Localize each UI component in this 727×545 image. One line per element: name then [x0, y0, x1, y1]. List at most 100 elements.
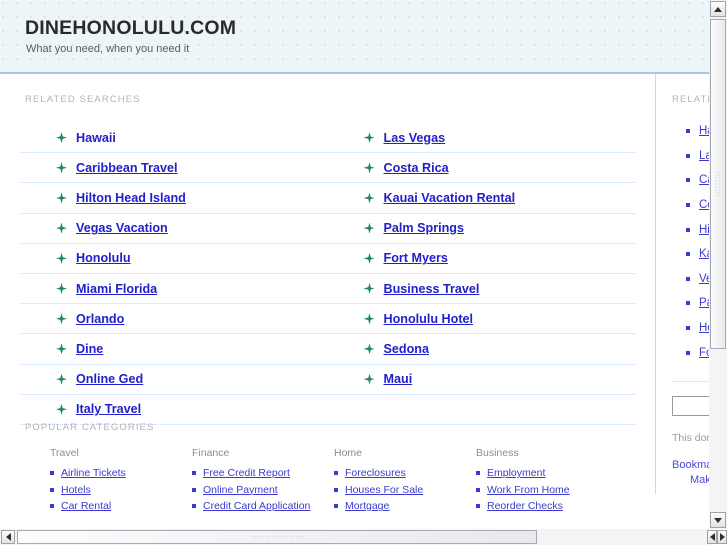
- related-search-link[interactable]: Caribbean Travel: [76, 161, 178, 175]
- related-search-link[interactable]: Vegas Vacation: [76, 221, 168, 235]
- related-search-link[interactable]: Orlando: [76, 312, 124, 326]
- sparkle-icon: [56, 223, 67, 234]
- category-link[interactable]: Airline Tickets: [61, 467, 126, 479]
- square-bullet-icon: [686, 252, 690, 257]
- related-search-link[interactable]: Honolulu Hotel: [384, 312, 474, 326]
- category-link[interactable]: Mortgage: [345, 500, 389, 512]
- square-bullet-icon: [686, 153, 690, 158]
- related-search-row: Orlando Honolulu Hotel: [20, 304, 635, 335]
- sidebar-related-link[interactable]: Honolulu: [699, 322, 709, 334]
- sparkle-icon: [56, 192, 67, 203]
- category-link[interactable]: Hotels: [61, 484, 91, 496]
- category-link[interactable]: Foreclosures: [345, 467, 406, 479]
- search-input[interactable]: [672, 395, 709, 416]
- related-search-link[interactable]: Online Ged: [76, 372, 143, 386]
- main-content: RELATED SEARCHES Hawaii Las Vegas Caribbea…: [0, 74, 655, 512]
- sidebar-list-item: Las Vegas: [686, 144, 709, 169]
- sidebar-related-link[interactable]: Vegas Vacation: [699, 273, 709, 285]
- category-list-item: Car Rental: [50, 498, 192, 515]
- category-list-item: Employment: [476, 465, 618, 482]
- related-search-link[interactable]: Las Vegas: [384, 131, 446, 145]
- related-search-cell-left: Online Ged: [20, 372, 328, 386]
- grip-dots-icon: [715, 171, 722, 198]
- sidebar-actions: Bookmark this pageMake this my homepage: [672, 458, 709, 488]
- horizontal-scrollbar[interactable]: [0, 529, 709, 545]
- related-search-cell-left: Honolulu: [20, 251, 328, 265]
- sidebar-list-item: Costa Rica: [686, 193, 709, 218]
- vertical-scroll-thumb[interactable]: [710, 19, 726, 349]
- horizontal-scroll-thumb[interactable]: [17, 530, 537, 544]
- category-link[interactable]: Online Payment: [203, 484, 278, 496]
- related-search-link[interactable]: Honolulu: [76, 251, 131, 265]
- related-search-link[interactable]: Costa Rica: [384, 161, 449, 175]
- related-search-row: Hilton Head Island Kauai Vacation Rental: [20, 183, 635, 214]
- scroll-up-arrow-icon[interactable]: [710, 1, 726, 17]
- related-search-row: Hawaii Las Vegas: [20, 123, 635, 154]
- square-bullet-icon: [476, 471, 480, 476]
- arrow-left-icon: [709, 533, 715, 541]
- sidebar-related-link[interactable]: Palm Springs: [699, 297, 709, 309]
- scroll-down-arrow-icon[interactable]: [710, 512, 726, 528]
- outer-scroll-right-arrow-icon[interactable]: [717, 530, 727, 544]
- category-link[interactable]: Employment: [487, 467, 545, 479]
- square-bullet-icon: [334, 504, 338, 509]
- related-search-link[interactable]: Business Travel: [384, 282, 480, 296]
- category-link[interactable]: Credit Card Application: [203, 500, 310, 512]
- sidebar-related-link[interactable]: Kauai Vacation Rental: [699, 248, 709, 260]
- square-bullet-icon: [50, 471, 54, 476]
- category-link[interactable]: Car Rental: [61, 500, 111, 512]
- category-link[interactable]: Work From Home: [487, 484, 570, 496]
- category-list-item: Airline Tickets: [50, 465, 192, 482]
- related-search-row: Dine Sedona: [20, 334, 635, 365]
- sidebar-related-link[interactable]: Fort Myers: [699, 347, 709, 359]
- sparkle-icon: [56, 162, 67, 173]
- scroll-left-arrow-icon[interactable]: [1, 530, 15, 544]
- square-bullet-icon: [50, 487, 54, 492]
- category-link[interactable]: Reorder Checks: [487, 500, 563, 512]
- make-homepage-link[interactable]: Make this my homepage: [690, 473, 709, 488]
- sparkle-icon: [56, 404, 67, 415]
- sidebar-related-link[interactable]: Hilton Head Island: [699, 224, 709, 236]
- sparkle-icon: [364, 132, 375, 143]
- sidebar-related-link[interactable]: Las Vegas: [699, 150, 709, 162]
- square-bullet-icon: [192, 487, 196, 492]
- bookmark-page-link[interactable]: Bookmark this page: [672, 458, 709, 473]
- sparkle-icon: [364, 192, 375, 203]
- category-column: Home Foreclosures Houses For Sale Mortgage: [334, 447, 476, 515]
- square-bullet-icon: [50, 504, 54, 509]
- related-search-link[interactable]: Maui: [384, 372, 413, 386]
- related-search-link[interactable]: Hawaii: [76, 131, 116, 145]
- square-bullet-icon: [686, 350, 690, 355]
- sidebar-related-link[interactable]: Caribbean Travel: [699, 174, 709, 186]
- related-search-link[interactable]: Palm Springs: [384, 221, 464, 235]
- sidebar-divider: [672, 380, 709, 382]
- category-columns: Travel Airline Tickets Hotels Car Rental Fin…: [50, 447, 655, 515]
- related-search-link[interactable]: Sedona: [384, 342, 430, 356]
- category-list-item: Online Payment: [192, 482, 334, 499]
- related-search-link[interactable]: Fort Myers: [384, 251, 448, 265]
- vertical-scrollbar[interactable]: [709, 0, 727, 529]
- arrow-down-icon: [714, 517, 722, 523]
- related-search-link[interactable]: Miami Florida: [76, 282, 157, 296]
- related-search-row: Honolulu Fort Myers: [20, 244, 635, 274]
- sparkle-icon: [56, 132, 67, 143]
- category-link[interactable]: Houses For Sale: [345, 484, 423, 496]
- related-search-link[interactable]: Hilton Head Island: [76, 191, 186, 205]
- category-link[interactable]: Free Credit Report: [203, 467, 290, 479]
- related-search-link[interactable]: Italy Travel: [76, 402, 141, 416]
- sidebar-search: [672, 395, 709, 416]
- outer-scroll-left-arrow-icon[interactable]: [707, 530, 717, 544]
- related-search-row: Online Ged Maui: [20, 365, 635, 395]
- sidebar-related-link[interactable]: Costa Rica: [699, 199, 709, 211]
- category-link-list: Foreclosures Houses For Sale Mortgage: [334, 465, 476, 515]
- related-search-link[interactable]: Dine: [76, 342, 103, 356]
- related-search-link[interactable]: Kauai Vacation Rental: [384, 191, 516, 205]
- related-search-row: Caribbean Travel Costa Rica: [20, 153, 636, 184]
- square-bullet-icon: [686, 276, 690, 281]
- related-search-cell-right: Costa Rica: [328, 161, 636, 175]
- related-search-cell-left: Caribbean Travel: [20, 161, 328, 175]
- sparkle-icon: [364, 223, 375, 234]
- sidebar-related-link[interactable]: Hawaii: [699, 125, 709, 137]
- square-bullet-icon: [476, 504, 480, 509]
- related-search-cell-right: Business Travel: [328, 282, 636, 296]
